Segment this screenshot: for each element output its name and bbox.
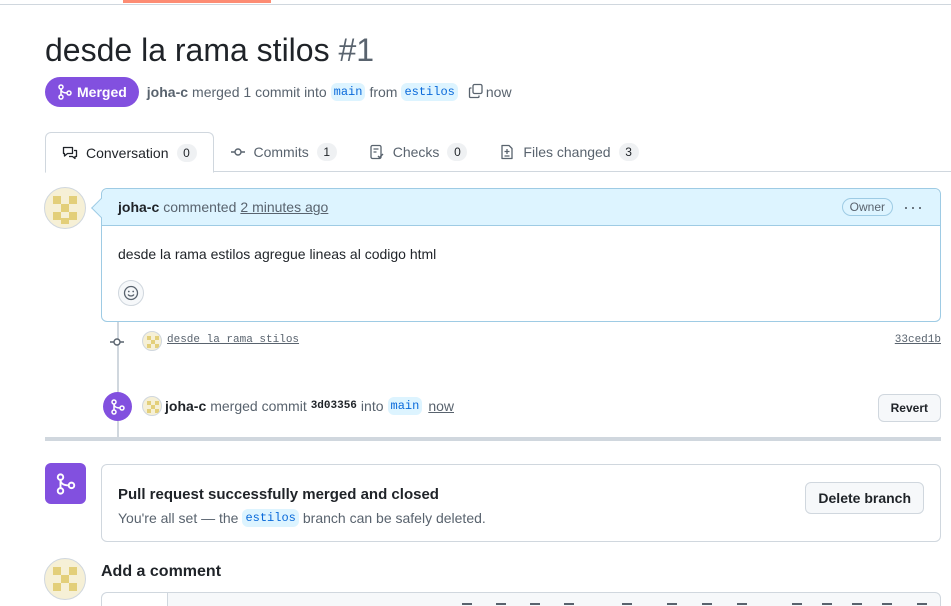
commit-message-link[interactable]: desde la rama stilos [167, 334, 299, 346]
commit-row: desde la rama stilos 33ced1b [101, 330, 941, 354]
merge-time-link[interactable]: now [428, 398, 454, 414]
revert-button[interactable]: Revert [877, 394, 941, 422]
checklist-icon [370, 144, 384, 160]
git-commit-icon [230, 148, 245, 156]
base-branch-link[interactable]: main [330, 83, 366, 101]
tab-files-changed[interactable]: Files changed 3 [483, 132, 654, 172]
git-merge-icon [110, 398, 125, 415]
add-reaction-button[interactable] [118, 280, 144, 306]
tab-counter: 0 [447, 143, 468, 161]
comment-box: joha-c commented 2 minutes ago Owner ···… [91, 188, 941, 322]
avatar[interactable] [44, 558, 86, 600]
tab-counter: 3 [618, 143, 639, 161]
git-merge-icon [58, 84, 72, 100]
merged-text: merged 1 commit into [192, 84, 327, 100]
merged-sub-before: You're all set — the [118, 510, 239, 526]
pr-tabs: Conversation 0 Commits 1 Checks 0 Files … [45, 132, 951, 173]
avatar[interactable] [142, 396, 162, 416]
commit-sha-link[interactable]: 33ced1b [895, 334, 941, 346]
markdown-toolbar [462, 601, 932, 606]
merged-subtitle: You're all set — the estilos branch can … [118, 509, 486, 527]
delete-branch-button[interactable]: Delete branch [805, 482, 924, 514]
kebab-menu-icon[interactable]: ··· [903, 197, 924, 218]
tab-counter: 0 [176, 143, 197, 162]
comment-time-link[interactable]: 2 minutes ago [240, 199, 328, 215]
add-comment-heading: Add a comment [101, 563, 222, 580]
comment-author-link[interactable]: joha-c [118, 199, 159, 215]
merge-event-badge [103, 392, 132, 421]
merged-status-badge: Merged [45, 77, 139, 107]
merge-author-link[interactable]: joha-c [165, 398, 206, 414]
tab-commits[interactable]: Commits 1 [214, 132, 353, 172]
comment-action: commented [163, 199, 237, 215]
pr-meta: Merged joha-c merged 1 commit into main … [45, 77, 512, 107]
tab-checks[interactable]: Checks 0 [353, 132, 484, 172]
merged-status-box: Pull request successfully merged and clo… [101, 464, 941, 542]
avatar[interactable] [142, 331, 162, 351]
pr-time: now [485, 84, 512, 100]
merge-branch-link[interactable]: main [387, 397, 423, 415]
merged-sub-after: branch can be safely deleted. [302, 510, 486, 526]
top-nav-border [0, 0, 951, 5]
pr-author-link[interactable]: joha-c [147, 84, 188, 100]
smiley-icon [123, 285, 139, 301]
merge-action: merged commit [210, 398, 307, 414]
from-text: from [369, 84, 398, 100]
comment-header: joha-c commented 2 minutes ago Owner ··· [102, 189, 940, 226]
tab-counter: 1 [316, 143, 337, 161]
owner-badge: Owner [841, 198, 894, 216]
status-label: Merged [77, 84, 127, 100]
file-diff-icon [501, 144, 514, 160]
comment-discussion-icon [62, 146, 78, 159]
merge-event-text: joha-c merged commit 3d03356 into main n… [165, 397, 454, 415]
page-title: desde la rama stilos #1 [45, 32, 374, 69]
comment-editor [101, 592, 941, 606]
into-text: into [360, 398, 384, 414]
active-nav-underline [123, 0, 271, 3]
editor-write-tab[interactable] [102, 593, 168, 606]
git-merge-icon [56, 472, 75, 495]
git-commit-icon [110, 338, 124, 346]
tab-conversation[interactable]: Conversation 0 [45, 132, 214, 173]
timeline-divider [45, 437, 941, 441]
merge-commit-sha-link[interactable]: 3d03356 [311, 400, 357, 412]
merge-event: joha-c merged commit 3d03356 into main n… [103, 391, 941, 422]
deletable-branch-link[interactable]: estilos [242, 509, 299, 527]
pr-title: desde la rama stilos [45, 32, 330, 68]
head-branch-link[interactable]: estilos [401, 83, 458, 101]
tab-label: Conversation [86, 144, 169, 161]
pr-number: #1 [338, 32, 375, 68]
merged-status-icon [45, 463, 86, 504]
tab-label: Checks [392, 144, 440, 160]
tab-label: Files changed [523, 144, 611, 160]
merged-title: Pull request successfully merged and clo… [118, 486, 439, 503]
copy-icon[interactable] [468, 83, 484, 102]
avatar[interactable] [44, 187, 86, 229]
comment-body: desde la rama estilos agregue lineas al … [118, 246, 437, 262]
tab-label: Commits [253, 144, 309, 160]
